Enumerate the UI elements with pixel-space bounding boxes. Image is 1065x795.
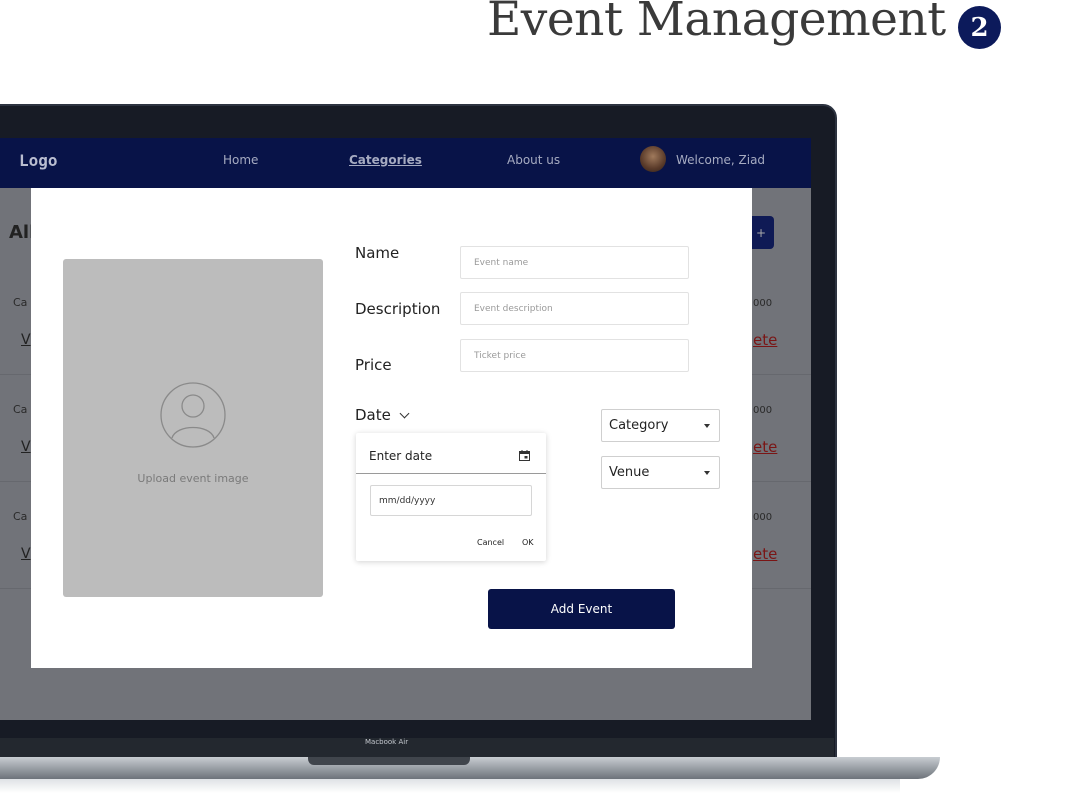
date-picker-popup: Enter date Cancel OK bbox=[356, 433, 546, 561]
laptop-screen: Logo Home Categories About us Welcome, Z… bbox=[0, 138, 811, 720]
step-badge: 2 bbox=[958, 6, 1001, 49]
row-category-label: Ca bbox=[13, 296, 28, 309]
date-dropdown-toggle[interactable]: Date bbox=[355, 406, 410, 424]
date-picker-title: Enter date bbox=[369, 449, 433, 463]
user-placeholder-icon bbox=[160, 382, 226, 448]
calendar-icon[interactable] bbox=[519, 450, 530, 461]
description-label: Description bbox=[355, 300, 441, 318]
date-text-input[interactable] bbox=[370, 485, 532, 516]
nav-link-home[interactable]: Home bbox=[223, 153, 258, 167]
date-ok-button[interactable]: OK bbox=[522, 538, 534, 547]
caret-down-icon bbox=[704, 424, 710, 428]
row-delete-link: ete bbox=[753, 438, 778, 456]
venue-select-value: Venue bbox=[609, 465, 650, 480]
row-delete-link: ete bbox=[753, 331, 778, 349]
laptop-notch bbox=[308, 757, 470, 765]
row-delete-link: ete bbox=[753, 545, 778, 563]
category-select[interactable]: Category bbox=[601, 409, 720, 442]
logo[interactable]: Logo bbox=[19, 151, 58, 170]
date-picker-divider bbox=[356, 473, 546, 474]
row-category-label: Ca bbox=[13, 510, 28, 523]
row-view-link: V bbox=[21, 332, 31, 348]
category-select-value: Category bbox=[609, 418, 669, 433]
row-category-label: Ca bbox=[13, 403, 28, 416]
add-event-modal: Upload event image Name Description Pric… bbox=[31, 188, 752, 668]
laptop-model-label: Macbook Air bbox=[365, 738, 409, 746]
upload-image-dropzone[interactable]: Upload event image bbox=[63, 259, 323, 597]
row-price: 000 bbox=[753, 298, 773, 309]
ticket-price-input[interactable] bbox=[460, 339, 689, 372]
laptop-chin bbox=[0, 738, 834, 758]
laptop-base bbox=[0, 757, 940, 779]
venue-select[interactable]: Venue bbox=[601, 456, 720, 489]
caret-down-icon bbox=[704, 471, 710, 475]
row-view-link: V bbox=[21, 439, 31, 455]
name-label: Name bbox=[355, 244, 400, 262]
page-heading: Event Management bbox=[487, 0, 946, 47]
event-description-input[interactable] bbox=[460, 292, 689, 325]
nav-link-categories[interactable]: Categories bbox=[349, 153, 422, 167]
row-view-link: V bbox=[21, 546, 31, 562]
date-label: Date bbox=[355, 406, 391, 424]
row-price: 000 bbox=[753, 512, 773, 523]
price-label: Price bbox=[355, 356, 392, 374]
row-price: 000 bbox=[753, 405, 773, 416]
add-event-button[interactable]: Add Event bbox=[488, 589, 675, 629]
nav-link-about-us[interactable]: About us bbox=[507, 153, 560, 167]
top-nav: Logo Home Categories About us Welcome, Z… bbox=[0, 138, 811, 188]
laptop-shadow bbox=[0, 779, 900, 793]
welcome-text: Welcome, Ziad bbox=[676, 153, 766, 167]
date-cancel-button[interactable]: Cancel bbox=[477, 538, 504, 547]
chevron-down-icon bbox=[399, 408, 410, 419]
avatar[interactable] bbox=[640, 146, 666, 172]
event-name-input[interactable] bbox=[460, 246, 689, 279]
upload-image-label: Upload event image bbox=[137, 472, 249, 485]
